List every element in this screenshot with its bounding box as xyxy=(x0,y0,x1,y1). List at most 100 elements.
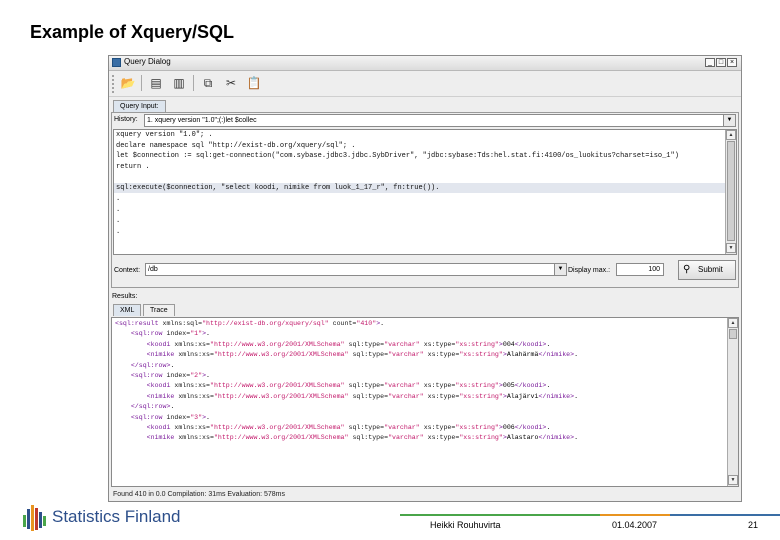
xml-token-txt xyxy=(115,372,131,379)
display-max-field[interactable]: 100 xyxy=(616,263,664,276)
xml-token-val: "varchar" xyxy=(384,382,420,390)
xml-token-txt: . xyxy=(206,372,211,379)
open-query-button[interactable]: 📂 xyxy=(119,74,137,92)
xml-token-txt: . xyxy=(546,424,551,431)
xml-token-attr: sql:type= xyxy=(344,424,385,431)
xml-token-attr: sql:type= xyxy=(348,434,389,442)
xml-token-txt: . xyxy=(206,330,211,338)
xml-token-txt: Alahärmä xyxy=(506,351,539,359)
xml-token-txt xyxy=(115,351,147,358)
footer-page-number: 21 xyxy=(748,520,759,530)
xml-token-attr: xmlns:xs= xyxy=(174,424,210,431)
xml-token-tag: <nimike xyxy=(146,351,179,359)
xml-token-tag: </nimike> xyxy=(538,392,575,400)
code-line: . xyxy=(116,217,121,225)
footer-rule-green xyxy=(400,514,600,516)
app-icon xyxy=(112,58,121,67)
maximize-button[interactable]: □ xyxy=(716,58,726,67)
xml-line: <nimike xmlns:xs="http://www.w3.org/2001… xyxy=(115,392,578,402)
display-max-label: Display max.: xyxy=(568,267,611,274)
save-button[interactable]: ▤ xyxy=(147,74,165,92)
xml-token-val: "xs:string" xyxy=(459,434,503,442)
close-button[interactable]: × xyxy=(727,58,737,67)
xml-token-val: "varchar" xyxy=(384,424,420,431)
xml-token-val: "xs:string" xyxy=(459,392,503,400)
xml-line: <koodi xmlns:xs="http://www.w3.org/2001/… xyxy=(115,340,551,350)
scroll-thumb[interactable] xyxy=(727,141,735,241)
xml-token-val: "http://www.w3.org/2001/XMLSchema" xyxy=(209,424,345,431)
save-as-button[interactable]: ▥ xyxy=(170,74,188,92)
xml-token-txt: Alastaro xyxy=(506,434,539,442)
xml-token-txt: . xyxy=(170,361,175,369)
xml-token-tag: </sql:row> xyxy=(130,361,171,369)
results-scrollbar[interactable]: ▲ ▼ xyxy=(727,318,738,486)
xml-token-val: "http://www.w3.org/2001/XMLSchema" xyxy=(213,392,349,400)
scroll-down-icon[interactable]: ▼ xyxy=(728,475,738,485)
toolbar-grip[interactable] xyxy=(111,74,115,93)
statistics-finland-logo-icon xyxy=(23,505,46,531)
xml-token-attr: sql:type= xyxy=(344,382,385,390)
status-bar: Found 410 in 0.0 Compilation: 31ms Evalu… xyxy=(113,491,285,498)
paste-button[interactable]: 📋 xyxy=(245,74,263,92)
xml-token-tag: </nimike> xyxy=(538,434,575,442)
scroll-up-icon[interactable]: ▲ xyxy=(726,130,736,140)
query-editor[interactable]: xquery version "1.0"; . declare namespac… xyxy=(113,129,737,255)
xml-token-txt: . xyxy=(546,340,551,348)
xml-token-txt xyxy=(115,330,131,337)
submit-button[interactable]: ⚲ Submit xyxy=(678,260,736,280)
code-line: declare namespace sql "http://exist-db.o… xyxy=(116,141,356,150)
xml-token-tag: </koodi> xyxy=(514,340,547,348)
scissors-icon: ✂ xyxy=(225,76,237,90)
results-label: Results: xyxy=(112,293,138,300)
xml-token-txt: . xyxy=(170,403,175,411)
xml-token-val: "xs:string" xyxy=(455,382,499,390)
xml-token-val: "varchar" xyxy=(384,340,420,348)
slide-title: Example of Xquery/SQL xyxy=(30,22,235,42)
xml-token-val: "http://exist-db.org/xquery/sql" xyxy=(202,320,329,327)
history-dropdown[interactable]: 1. xquery version "1.0";(:)let $collec ▼ xyxy=(144,114,736,127)
xml-line: <nimike xmlns:xs="http://www.w3.org/2001… xyxy=(115,350,578,360)
xml-token-tag: <nimike xyxy=(146,434,179,442)
chevron-down-icon: ▼ xyxy=(554,264,566,275)
editor-scrollbar[interactable]: ▲ ▼ xyxy=(725,130,736,254)
xml-line: <sql:row index="1">. xyxy=(115,329,210,339)
title-bar[interactable]: Query Dialog _ □ × xyxy=(109,56,741,71)
xml-token-txt xyxy=(115,393,147,400)
code-line: let $connection := sql:get-connection("c… xyxy=(116,152,679,160)
xml-line: <sql:row index="3">. xyxy=(115,413,210,423)
tab-trace[interactable]: Trace xyxy=(143,304,175,316)
xml-token-tag: </koodi> xyxy=(514,382,547,390)
save-icon: ▤ xyxy=(150,76,162,90)
xml-token-attr: count= xyxy=(328,320,357,327)
xml-token-tag: <nimike xyxy=(146,392,179,400)
xml-token-attr: xmlns:xs= xyxy=(178,434,214,442)
results-xml-view[interactable]: <sql:result xmlns:sql="http://exist-db.o… xyxy=(111,317,739,487)
folder-open-icon: 📂 xyxy=(120,76,136,90)
copy-button[interactable]: ⧉ xyxy=(199,74,217,92)
xml-token-tag: </koodi> xyxy=(514,424,547,431)
scroll-up-icon[interactable]: ▲ xyxy=(728,318,738,328)
xml-token-attr: index= xyxy=(166,330,191,338)
code-line: sql:execute($connection, "select koodi, … xyxy=(116,184,440,192)
toolbar-separator xyxy=(141,75,142,91)
cut-button[interactable]: ✂ xyxy=(222,74,240,92)
xml-line: <sql:row index="2">. xyxy=(115,371,210,381)
copy-icon: ⧉ xyxy=(203,76,213,90)
tab-xml[interactable]: XML xyxy=(113,304,142,316)
minimize-button[interactable]: _ xyxy=(705,58,715,67)
window-title: Query Dialog xyxy=(124,57,171,66)
footer-rule-orange xyxy=(600,514,670,516)
context-dropdown[interactable]: /db ▼ xyxy=(145,263,567,276)
footer-logo-text: Statistics Finland xyxy=(52,507,181,526)
xml-line: <nimike xmlns:xs="http://www.w3.org/2001… xyxy=(115,433,578,443)
xml-token-tag: <koodi xyxy=(146,340,175,348)
scroll-down-icon[interactable]: ▼ xyxy=(726,243,736,253)
xml-token-tag: <koodi xyxy=(146,424,175,431)
xml-token-attr: xmlns:xs= xyxy=(178,392,214,400)
xml-token-attr: sql:type= xyxy=(348,351,389,359)
footer-author: Heikki Rouhuvirta xyxy=(430,520,501,530)
scroll-thumb[interactable] xyxy=(729,329,737,339)
code-line: . xyxy=(116,206,121,214)
xml-token-attr: index= xyxy=(166,372,191,379)
tab-query-input[interactable]: Query Input: xyxy=(113,100,166,112)
